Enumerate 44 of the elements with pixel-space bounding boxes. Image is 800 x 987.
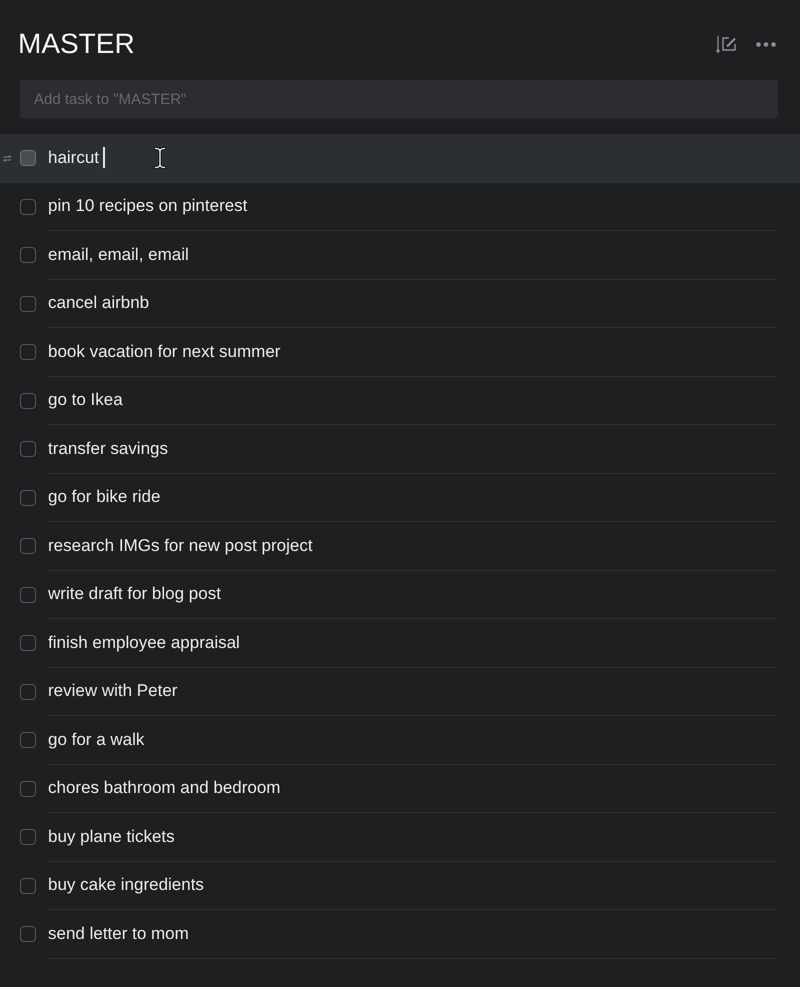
more-button[interactable] (756, 42, 776, 46)
task-checkbox[interactable] (20, 344, 36, 360)
task-text[interactable]: write draft for blog post (48, 583, 221, 606)
i-beam-cursor-icon (154, 147, 166, 169)
task-checkbox[interactable] (20, 441, 36, 458)
task-text[interactable]: book vacation for next summer (48, 340, 280, 363)
task-text[interactable]: email, email, email (48, 244, 189, 266)
task-text[interactable]: haircut (48, 146, 100, 169)
task-checkbox[interactable] (20, 732, 36, 748)
more-icon (756, 42, 776, 46)
arrow-pencil-square-icon (716, 34, 738, 54)
task-checkbox[interactable] (20, 490, 36, 506)
task-checkbox[interactable] (20, 926, 36, 942)
add-task-field[interactable]: Add task to "MASTER" (20, 80, 778, 118)
task-text[interactable]: send letter to mom (48, 922, 189, 945)
text-caret-icon (103, 147, 106, 168)
task-checkbox[interactable] (20, 198, 36, 215)
task-checkbox[interactable] (20, 780, 36, 797)
task-text[interactable]: chores bathroom and bedroom (48, 777, 280, 800)
task-text[interactable]: go for a walk (48, 728, 144, 751)
task-checkbox[interactable] (20, 247, 36, 264)
task-text[interactable]: pin 10 recipes on pinterest (48, 195, 248, 218)
task-text[interactable]: review with Peter (48, 680, 178, 702)
task-text[interactable]: research IMGs for new post project (48, 534, 313, 557)
task-text[interactable]: transfer savings (48, 438, 168, 460)
task-text[interactable]: buy cake ingredients (48, 874, 204, 896)
task-text[interactable]: cancel airbnb (48, 292, 150, 314)
task-text[interactable]: go to Ikea (48, 389, 123, 412)
task-checkbox[interactable] (20, 684, 36, 700)
task-checkbox[interactable] (20, 538, 36, 554)
task-text[interactable]: go for bike ride (48, 486, 160, 508)
task-checkbox[interactable] (20, 296, 36, 312)
task-text[interactable]: finish employee appraisal (48, 632, 240, 654)
selected-task-row[interactable]: haircut (0, 134, 800, 182)
list-title: MASTER (18, 27, 135, 61)
drag-handle-icon[interactable] (3, 154, 12, 162)
task-checkbox[interactable] (20, 829, 36, 846)
task-checkbox[interactable] (20, 878, 36, 894)
task-checkbox[interactable] (20, 150, 36, 166)
task-checkbox[interactable] (20, 392, 36, 409)
task-text[interactable]: buy plane tickets (48, 826, 175, 848)
task-checkbox[interactable] (20, 586, 36, 603)
task-checkbox[interactable] (20, 635, 36, 652)
sort-edit-button[interactable] (716, 34, 738, 54)
